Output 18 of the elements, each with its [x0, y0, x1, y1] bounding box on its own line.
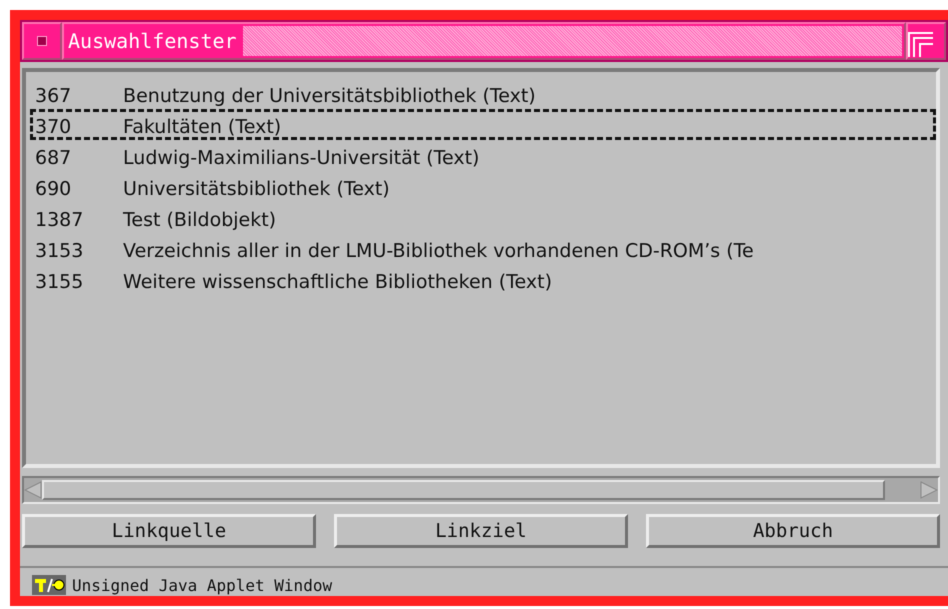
list-item[interactable]: 3153 Verzeichnis aller in der LMU-Bibliothek vorhandenen CD-ROM’s (Te: [30, 233, 936, 264]
dialog-button[interactable]: Linkquelle: [22, 514, 316, 548]
dialog-button[interactable]: Linkziel: [334, 514, 628, 548]
list-item[interactable]: 3155 Weitere wissenschaftliche Bibliotheken (Text): [30, 264, 936, 295]
scroll-right-icon[interactable]: [920, 481, 938, 499]
maximize-button[interactable]: [906, 22, 946, 60]
list-item[interactable]: 370 Fakultäten (Text): [30, 109, 936, 140]
key-cup-icon: [32, 575, 66, 595]
dialog-button[interactable]: Abbruch: [646, 514, 940, 548]
status-text: Unsigned Java Applet Window: [72, 576, 332, 594]
scroll-left-icon[interactable]: [24, 481, 42, 499]
window-menu-button[interactable]: [22, 22, 62, 60]
list-item[interactable]: 1387 Test (Bildobjekt): [30, 202, 936, 233]
horizontal-scrollbar[interactable]: [22, 476, 940, 504]
list-item[interactable]: 687 Ludwig-Maximilians-Universität (Text): [30, 140, 936, 171]
list-box[interactable]: [22, 68, 940, 468]
list-item[interactable]: 690 Universitätsbibliothek (Text): [30, 171, 936, 202]
list-item[interactable]: 367 Benutzung der Universitätsbibliothek (Text): [30, 78, 936, 109]
